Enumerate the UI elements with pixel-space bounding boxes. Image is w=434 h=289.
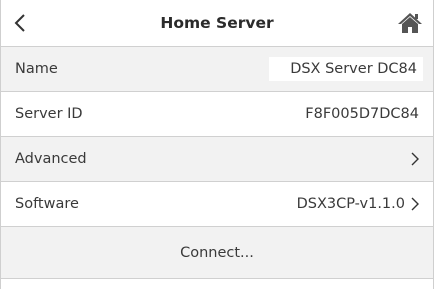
software-row[interactable]: Software DSX3CP-v1.1.0 xyxy=(1,182,433,227)
software-label: Software xyxy=(15,196,79,212)
server-id-label: Server ID xyxy=(15,106,83,122)
advanced-label: Advanced xyxy=(15,151,87,167)
name-label: Name xyxy=(15,61,58,77)
advanced-row[interactable]: Advanced xyxy=(1,137,433,182)
page-title: Home Server xyxy=(160,14,274,32)
server-id-row: Server ID F8F005D7DC84 xyxy=(1,92,433,137)
header-bar: Home Server xyxy=(1,0,433,47)
chevron-left-icon xyxy=(14,14,25,32)
home-button[interactable] xyxy=(395,10,425,36)
server-id-value: F8F005D7DC84 xyxy=(305,106,419,122)
software-version-value: DSX3CP-v1.1.0 xyxy=(296,196,405,212)
connect-row: Connect... xyxy=(1,227,433,279)
name-input[interactable] xyxy=(269,57,423,81)
chevron-right-icon xyxy=(411,197,419,211)
connect-button[interactable]: Connect... xyxy=(180,245,254,261)
home-icon xyxy=(398,13,422,33)
back-button[interactable] xyxy=(9,11,31,35)
name-row: Name xyxy=(1,47,433,92)
chevron-right-icon xyxy=(411,152,419,166)
home-server-screen: Home Server Name Server ID F8F005D7DC84 … xyxy=(0,0,434,289)
